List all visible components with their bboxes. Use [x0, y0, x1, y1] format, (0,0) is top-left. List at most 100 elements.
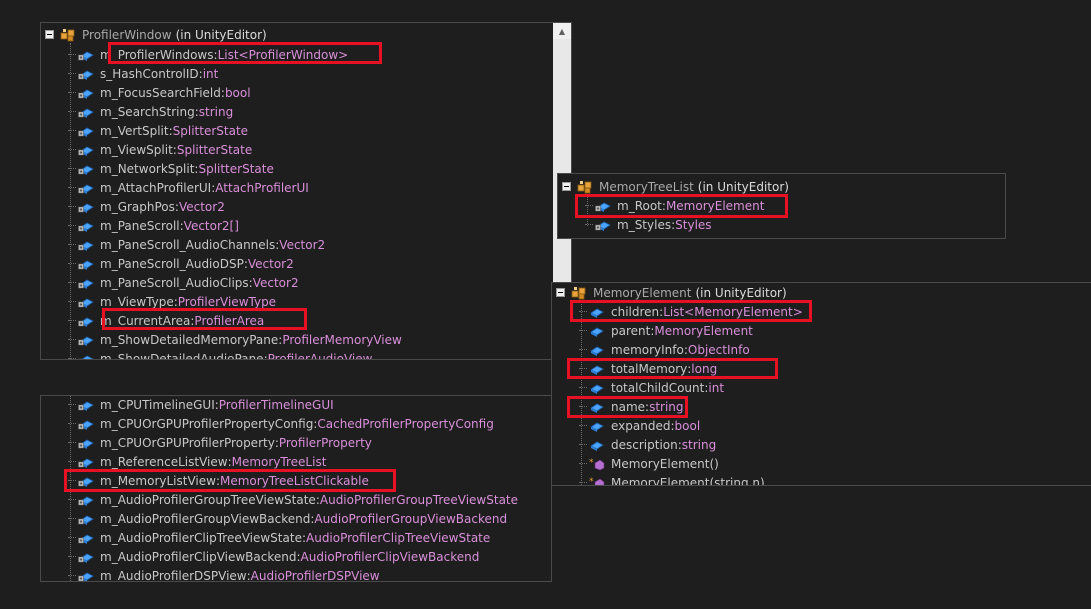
- member-row[interactable]: m_SearchString: string: [78, 102, 233, 121]
- member-row[interactable]: m_AudioProfilerClipViewBackend: AudioProf…: [78, 547, 479, 566]
- member-row[interactable]: m_AudioProfilerDSPView: AudioProfilerDSPV…: [78, 566, 380, 582]
- member-row[interactable]: * MemoryElement(): [589, 454, 719, 473]
- member-row[interactable]: m_Styles: Styles: [595, 215, 712, 234]
- memorytreelist-header[interactable]: MemoryTreeList (in UnityEditor): [562, 177, 789, 196]
- class-icon: [60, 28, 76, 42]
- member-name: totalMemory: [611, 361, 688, 376]
- member-name: expanded: [611, 418, 671, 433]
- member-type: Styles: [675, 217, 712, 232]
- member-row[interactable]: m_AudioProfilerGroupViewBackend: AudioPro…: [78, 509, 507, 528]
- public-field-icon: [589, 381, 605, 395]
- member-name: parent: [611, 323, 651, 338]
- member-name: m_FocusSearchField: [100, 85, 221, 100]
- collapse-toggle[interactable]: [556, 288, 565, 297]
- member-row[interactable]: m_ShowDetailedAudioPane: ProfilerAudioVie…: [78, 349, 373, 360]
- member-type: ProfilerProperty: [278, 435, 372, 450]
- public-field-icon: [589, 419, 605, 433]
- public-field-icon: [589, 343, 605, 357]
- member-name: m_AttachProfilerUI: [100, 180, 212, 195]
- private-field-icon: [78, 455, 94, 469]
- member-row[interactable]: m_PaneScroll: Vector2[]: [78, 216, 239, 235]
- member-type: long: [691, 361, 718, 376]
- member-name: m_MemoryListView: [100, 473, 216, 488]
- member-type: AudioProfilerDSPView: [250, 568, 380, 582]
- member-row[interactable]: m_FocusSearchField: bool: [78, 83, 251, 102]
- svg-text:*: *: [589, 458, 594, 468]
- collapse-toggle[interactable]: [45, 30, 54, 39]
- member-type: bool: [674, 418, 701, 433]
- member-row[interactable]: m_VertSplit: SplitterState: [78, 121, 248, 140]
- member-name: m_CurrentArea: [100, 313, 191, 328]
- member-name: m_CPUOrGPUProfilerPropertyConfig: [100, 416, 314, 431]
- member-name: m_Styles: [617, 217, 672, 232]
- member-row[interactable]: totalChildCount: int: [589, 378, 724, 397]
- member-row[interactable]: m_AttachProfilerUI: AttachProfilerUI: [78, 178, 309, 197]
- member-row[interactable]: m_ReferenceListView: MemoryTreeList: [78, 452, 326, 471]
- memoryelement-header[interactable]: MemoryElement (in UnityEditor): [556, 283, 787, 302]
- member-name: m_NetworkSplit: [100, 161, 195, 176]
- collapse-toggle[interactable]: [562, 182, 571, 191]
- member-name: totalChildCount: [611, 380, 705, 395]
- member-row[interactable]: m_ViewType: ProfilerViewType: [78, 292, 276, 311]
- member-type: Vector2: [247, 256, 294, 271]
- profilerwindow-header[interactable]: ProfilerWindow (in UnityEditor): [45, 25, 267, 44]
- private-field-icon: [78, 105, 94, 119]
- member-row[interactable]: memoryInfo: ObjectInfo: [589, 340, 750, 359]
- private-field-icon: [78, 181, 94, 195]
- member-type: string: [649, 399, 684, 414]
- member-name: m_AudioProfilerGroupTreeViewState: [100, 492, 316, 507]
- member-row[interactable]: m_PaneScroll_AudioChannels: Vector2: [78, 235, 325, 254]
- member-type: Vector2[]: [183, 218, 239, 233]
- member-type: bool: [224, 85, 251, 100]
- member-name: m_VertSplit: [100, 123, 169, 138]
- member-row[interactable]: m_AudioProfilerClipTreeViewState: AudioPr…: [78, 528, 490, 547]
- member-row[interactable]: m_NetworkSplit: SplitterState: [78, 159, 274, 178]
- class-name: MemoryElement: [593, 285, 692, 300]
- member-row[interactable]: m_MemoryListView: MemoryTreeListClickable: [78, 471, 369, 490]
- member-row[interactable]: m_CPUTimelineGUI: ProfilerTimelineGUI: [78, 396, 334, 414]
- member-row[interactable]: expanded: bool: [589, 416, 700, 435]
- member-row[interactable]: parent: MemoryElement: [589, 321, 753, 340]
- static-field-icon: [78, 67, 94, 81]
- member-name: m_ProfilerWindows: [100, 47, 214, 62]
- private-field-icon: [78, 219, 94, 233]
- member-row[interactable]: description: string: [589, 435, 716, 454]
- member-name: m_PaneScroll: [100, 218, 180, 233]
- member-type: List<ProfilerWindow>: [217, 47, 349, 62]
- memorytreelist-panel: MemoryTreeList (in UnityEditor) m_Root: M…: [557, 173, 1006, 239]
- member-row[interactable]: m_ViewSplit: SplitterState: [78, 140, 252, 159]
- member-row[interactable]: m_CPUOrGPUProfilerProperty: ProfilerPrope…: [78, 433, 372, 452]
- member-row[interactable]: m_ProfilerWindows: List<ProfilerWindow>: [78, 45, 348, 64]
- private-field-icon: [78, 474, 94, 488]
- member-type: AudioProfilerGroupTreeViewState: [319, 492, 519, 507]
- static-field-icon: [78, 48, 94, 62]
- private-field-icon: [78, 276, 94, 290]
- private-field-icon: [78, 143, 94, 157]
- member-row[interactable]: s_HashControlID: int: [78, 64, 218, 83]
- member-row[interactable]: m_CurrentArea: ProfilerArea: [78, 311, 264, 330]
- private-field-icon: [78, 86, 94, 100]
- static-field-icon: [595, 218, 611, 232]
- member-row[interactable]: name: string: [589, 397, 684, 416]
- class-name: ProfilerWindow: [82, 27, 172, 42]
- member-type: Vector2: [279, 237, 326, 252]
- public-field-icon: [589, 400, 605, 414]
- scroll-up-arrow[interactable]: ▲: [553, 23, 571, 39]
- constructor-icon: *: [589, 457, 605, 471]
- member-type: ProfilerAudioView: [267, 351, 373, 360]
- member-type: string: [681, 437, 717, 452]
- member-row[interactable]: m_Root: MemoryElement: [595, 196, 764, 215]
- member-type: ProfilerViewType: [177, 294, 277, 309]
- member-name: m_PaneScroll_AudioChannels: [100, 237, 276, 252]
- member-type: SplitterState: [176, 142, 253, 157]
- member-row[interactable]: children: List<MemoryElement>: [589, 302, 803, 321]
- member-row[interactable]: * MemoryElement(string n): [589, 473, 765, 485]
- member-row[interactable]: m_PaneScroll_AudioDSP: Vector2: [78, 254, 294, 273]
- member-row[interactable]: m_GraphPos: Vector2: [78, 197, 225, 216]
- member-row[interactable]: m_AudioProfilerGroupTreeViewState: AudioP…: [78, 490, 518, 509]
- member-name: m_Root: [617, 198, 662, 213]
- member-row[interactable]: m_CPUOrGPUProfilerPropertyConfig: CachedP…: [78, 414, 494, 433]
- member-row[interactable]: m_PaneScroll_AudioClips: Vector2: [78, 273, 299, 292]
- member-row[interactable]: m_ShowDetailedMemoryPane: ProfilerMemoryV…: [78, 330, 402, 349]
- member-row[interactable]: totalMemory: long: [589, 359, 717, 378]
